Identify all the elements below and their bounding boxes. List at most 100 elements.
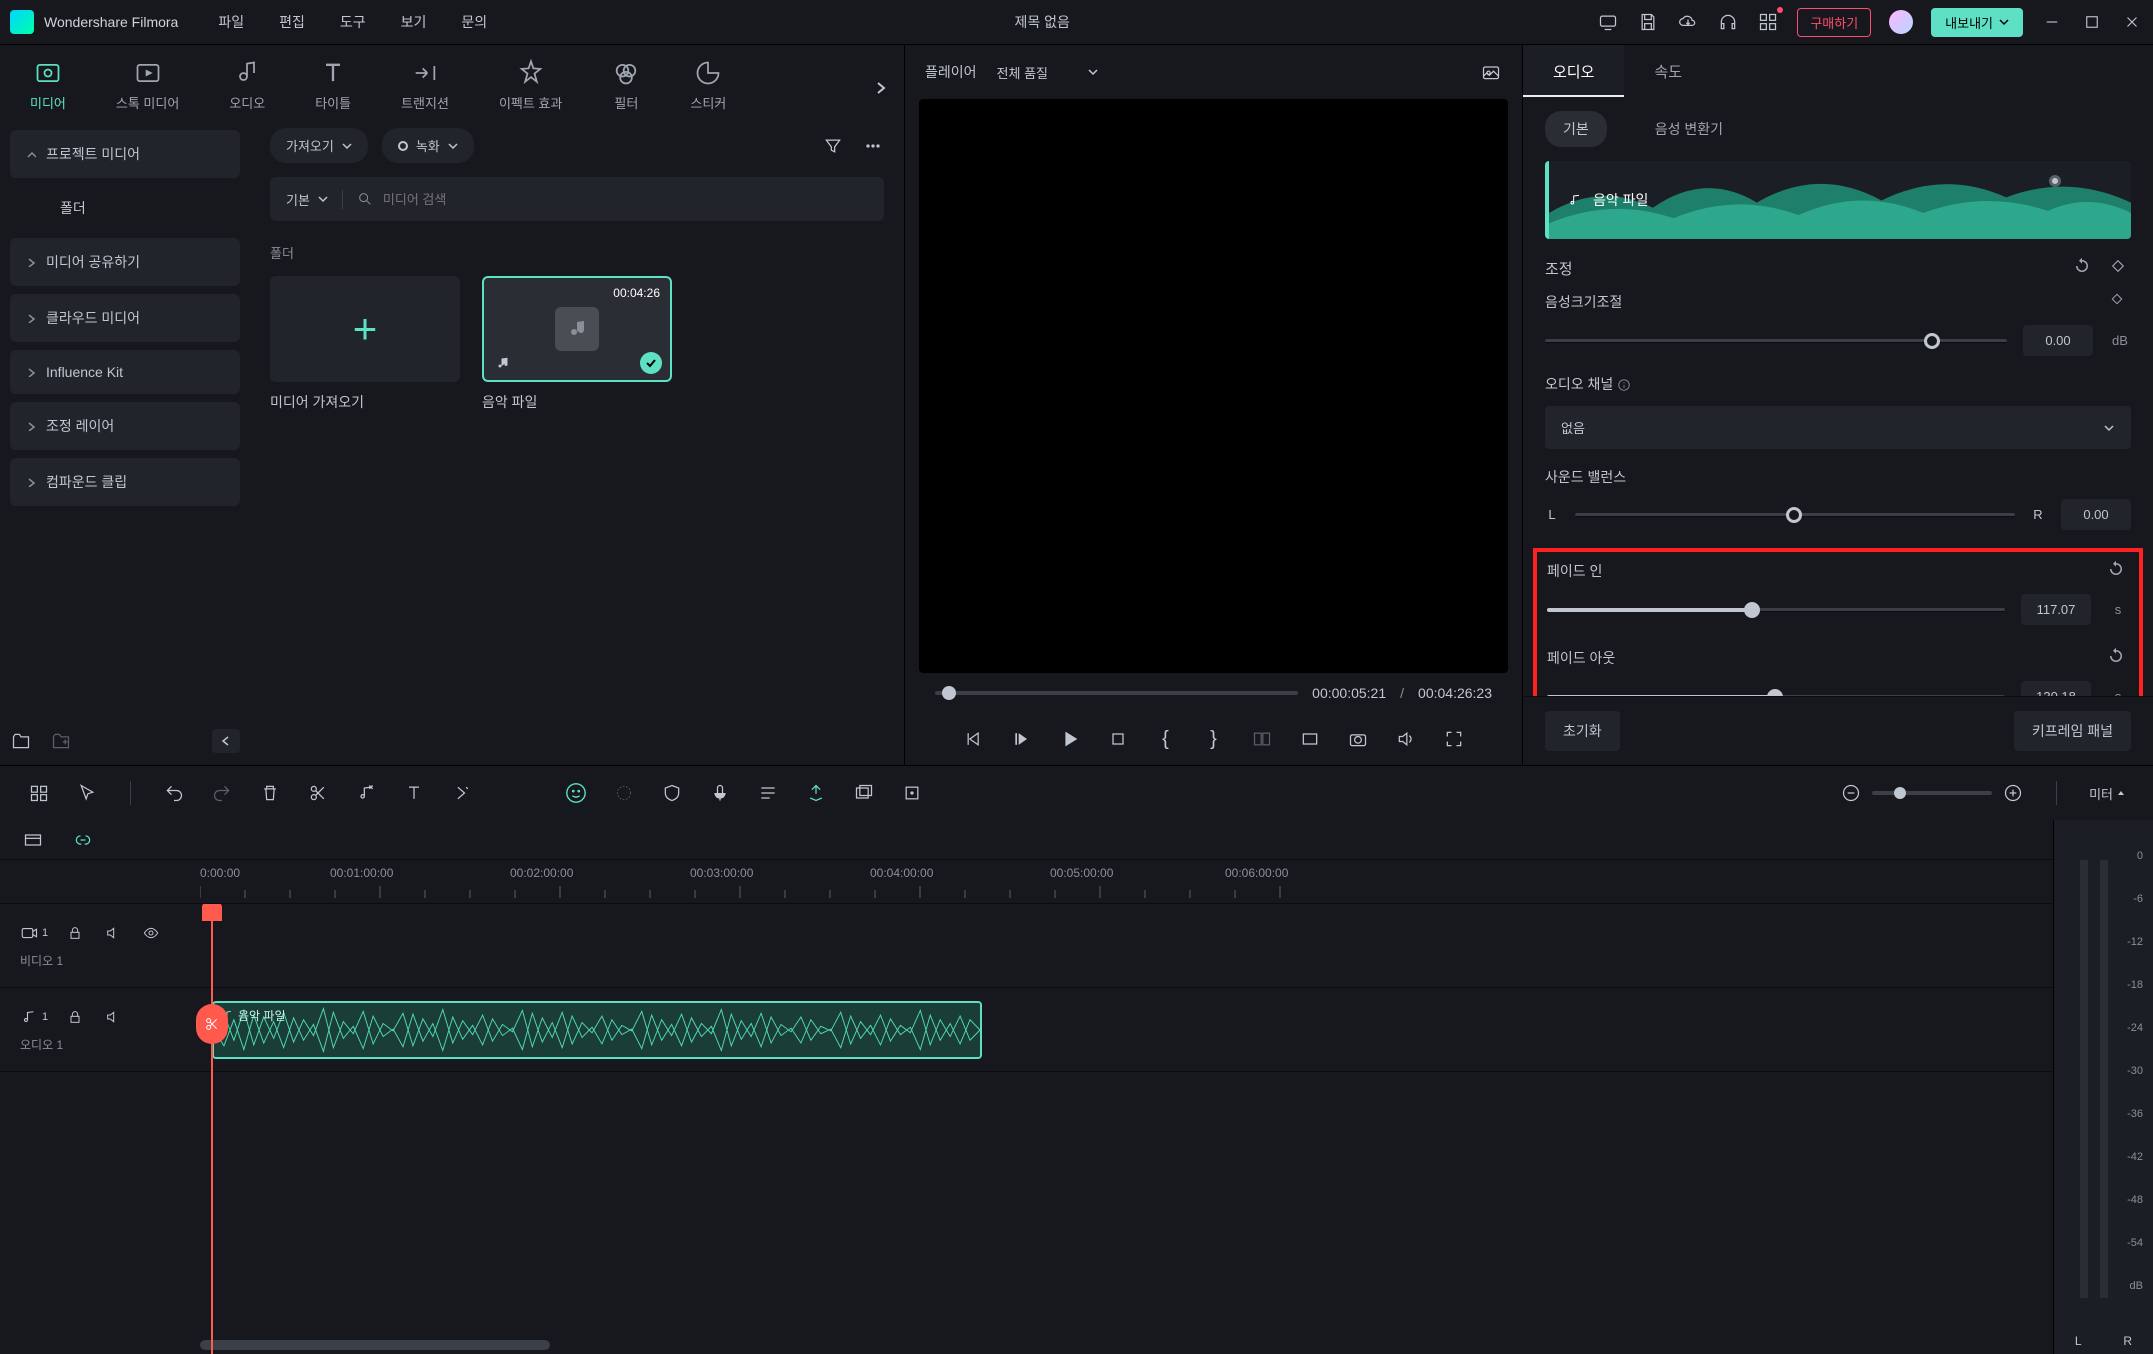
- play-icon[interactable]: [1059, 728, 1081, 750]
- reset-fadein-icon[interactable]: [2107, 560, 2129, 582]
- apps-icon[interactable]: [1757, 11, 1779, 33]
- zoom-slider[interactable]: [1872, 791, 1992, 795]
- mark-in-icon[interactable]: {: [1155, 728, 1177, 750]
- device-icon[interactable]: [1597, 11, 1619, 33]
- user-avatar[interactable]: [1889, 10, 1913, 34]
- mic-icon[interactable]: [709, 782, 731, 804]
- zoom-in-icon[interactable]: [2002, 782, 2024, 804]
- keyframe-volume-icon[interactable]: [2109, 291, 2131, 313]
- ai-icon[interactable]: [565, 782, 587, 804]
- balance-slider[interactable]: [1575, 513, 2015, 517]
- track-opt1-icon[interactable]: [22, 829, 44, 851]
- fadeout-value[interactable]: 130.18: [2021, 681, 2091, 696]
- sidebar-influence[interactable]: Influence Kit: [10, 350, 240, 394]
- fadein-slider[interactable]: [1547, 608, 2005, 612]
- list-icon[interactable]: [757, 782, 779, 804]
- sidebar-adjust-layer[interactable]: 조정 레이어: [10, 402, 240, 450]
- cloud-icon[interactable]: [1677, 11, 1699, 33]
- tab-stock[interactable]: 스톡 미디어: [106, 53, 189, 118]
- cursor-icon[interactable]: [76, 782, 98, 804]
- channel-dropdown[interactable]: 없음: [1545, 406, 2131, 449]
- shield-icon[interactable]: [661, 782, 683, 804]
- tab-filter[interactable]: 필터: [602, 53, 650, 118]
- search-input[interactable]: [383, 192, 868, 207]
- marker-icon[interactable]: [805, 782, 827, 804]
- snapshot-icon[interactable]: [1480, 61, 1502, 83]
- headphone-icon[interactable]: [1717, 11, 1739, 33]
- audio-detach-icon[interactable]: [355, 782, 377, 804]
- split-icon[interactable]: [307, 782, 329, 804]
- more-tools-icon[interactable]: [451, 782, 473, 804]
- sidebar-cloud[interactable]: 클라우드 미디어: [10, 294, 240, 342]
- compare-icon[interactable]: [1251, 728, 1273, 750]
- search-scope[interactable]: 기본: [286, 190, 343, 209]
- tab-sticker[interactable]: 스티커: [680, 53, 736, 118]
- buy-button[interactable]: 구매하기: [1797, 8, 1871, 37]
- ratio-icon[interactable]: [1299, 728, 1321, 750]
- collapse-sidebar-icon[interactable]: [212, 729, 240, 753]
- import-dropdown[interactable]: 가져오기: [270, 128, 368, 163]
- menu-view[interactable]: 보기: [401, 12, 427, 32]
- camera-icon[interactable]: [1347, 728, 1369, 750]
- timeline-ruler[interactable]: 0:00:00 00:01:00:00 00:02:00:00 00:03:00…: [0, 860, 2053, 904]
- tab-transition[interactable]: 트랜지션: [391, 53, 459, 118]
- menu-edit[interactable]: 편집: [279, 12, 305, 32]
- tab-effect[interactable]: 이펙트 효과: [489, 53, 572, 118]
- eye-icon[interactable]: [140, 922, 162, 944]
- fadein-value[interactable]: 117.07: [2021, 594, 2091, 625]
- record-dropdown[interactable]: 녹화: [382, 128, 474, 163]
- reset-fadeout-icon[interactable]: [2107, 647, 2129, 669]
- layout-icon[interactable]: [28, 782, 50, 804]
- quality-dropdown[interactable]: 전체 품질: [997, 63, 1098, 82]
- fullscreen-icon[interactable]: [1443, 728, 1465, 750]
- menu-tool[interactable]: 도구: [340, 12, 366, 32]
- more-icon[interactable]: [862, 135, 884, 157]
- volume-slider[interactable]: [1545, 339, 2007, 343]
- volume-icon[interactable]: [1395, 728, 1417, 750]
- close-button[interactable]: [2121, 11, 2143, 33]
- subtab-voice[interactable]: 음성 변환기: [1637, 111, 1741, 147]
- player-seek-slider[interactable]: [935, 691, 1298, 695]
- mark-out-icon[interactable]: }: [1203, 728, 1225, 750]
- prev-frame-icon[interactable]: [963, 728, 985, 750]
- tab-media[interactable]: 미디어: [20, 53, 76, 118]
- prop-tab-speed[interactable]: 속도: [1624, 45, 1712, 97]
- redo-icon[interactable]: [211, 782, 233, 804]
- prop-tab-audio[interactable]: 오디오: [1523, 45, 1624, 97]
- export-button[interactable]: 내보내기: [1931, 8, 2023, 37]
- keyframe-panel-button[interactable]: 키프레임 패널: [2014, 711, 2131, 751]
- color-icon[interactable]: [613, 782, 635, 804]
- wave-marker[interactable]: [2049, 175, 2061, 187]
- maximize-button[interactable]: [2081, 11, 2103, 33]
- import-media-slot[interactable]: +: [270, 276, 460, 382]
- audio-clip[interactable]: 음악 파일: [212, 1001, 982, 1059]
- video-lane[interactable]: [200, 917, 2053, 975]
- lock-icon[interactable]: [64, 922, 86, 944]
- delete-icon[interactable]: [259, 782, 281, 804]
- sidebar-share[interactable]: 미디어 공유하기: [10, 238, 240, 286]
- link-icon[interactable]: [72, 829, 94, 851]
- zoom-out-icon[interactable]: [1840, 782, 1862, 804]
- menu-file[interactable]: 파일: [218, 12, 244, 32]
- playhead-cut-button[interactable]: [196, 1004, 228, 1044]
- fadeout-slider[interactable]: [1547, 695, 2005, 697]
- balance-value[interactable]: 0.00: [2061, 499, 2131, 530]
- timeline-scrollbar[interactable]: [200, 1340, 550, 1350]
- menu-inquiry[interactable]: 문의: [461, 12, 487, 32]
- playhead[interactable]: [211, 904, 213, 1354]
- tabs-more-icon[interactable]: [873, 80, 889, 96]
- stop-icon[interactable]: [1107, 728, 1129, 750]
- group-icon[interactable]: [853, 782, 875, 804]
- player-viewport[interactable]: [919, 99, 1508, 673]
- filter-icon[interactable]: [822, 135, 844, 157]
- mute-icon[interactable]: [102, 1006, 124, 1028]
- add-bin-icon[interactable]: [10, 730, 32, 752]
- sidebar-folder[interactable]: 폴더: [10, 186, 240, 230]
- sidebar-compound[interactable]: 컴파운드 클립: [10, 458, 240, 506]
- step-back-icon[interactable]: [1011, 728, 1033, 750]
- new-folder-icon[interactable]: [50, 730, 72, 752]
- reset-button[interactable]: 초기화: [1545, 711, 1620, 751]
- media-clip[interactable]: 00:04:26: [482, 276, 672, 382]
- subtab-basic[interactable]: 기본: [1545, 111, 1607, 147]
- sidebar-project-media[interactable]: 프로젝트 미디어: [10, 130, 240, 178]
